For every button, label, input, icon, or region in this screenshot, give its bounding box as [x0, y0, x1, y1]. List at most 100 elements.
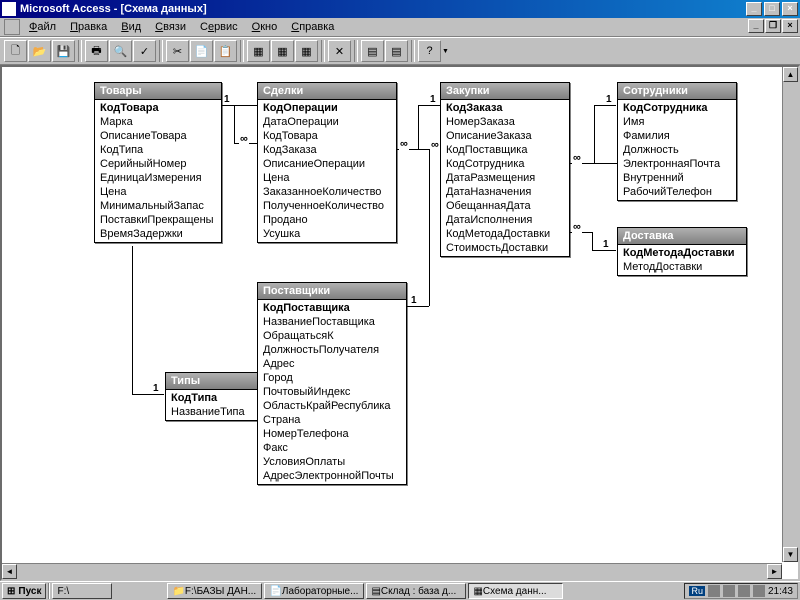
field[interactable]: НомерТелефона: [258, 427, 406, 441]
menu-edit[interactable]: Правка: [63, 19, 114, 35]
field[interactable]: Адрес: [258, 357, 406, 371]
system-tray[interactable]: Ru 21:43: [684, 583, 798, 599]
preview-button[interactable]: 🔍: [109, 40, 132, 62]
field-pk[interactable]: КодТипа: [166, 391, 259, 405]
scroll-down-button[interactable]: ▼: [783, 547, 798, 562]
field[interactable]: МетодДоставки: [618, 260, 746, 274]
field[interactable]: Продано: [258, 213, 396, 227]
tray-icon[interactable]: [708, 585, 720, 597]
field[interactable]: Цена: [95, 185, 221, 199]
menu-service[interactable]: Сервис: [193, 19, 245, 35]
relation-line[interactable]: [222, 105, 257, 106]
cut-button[interactable]: ✂: [166, 40, 189, 62]
field[interactable]: НазваниеПоставщика: [258, 315, 406, 329]
tool1-button[interactable]: ▤: [361, 40, 384, 62]
field[interactable]: УсловияОплаты: [258, 455, 406, 469]
field[interactable]: КодПоставщика: [441, 143, 569, 157]
paste-button[interactable]: 📋: [214, 40, 237, 62]
clock[interactable]: 21:43: [768, 586, 793, 597]
show-table-button[interactable]: ▦: [247, 40, 270, 62]
relation-line[interactable]: [407, 306, 429, 307]
scroll-left-button[interactable]: ◄: [2, 564, 17, 579]
table-tovary[interactable]: Товары КодТовара Марка ОписаниеТовара Ко…: [94, 82, 222, 243]
table-tipy[interactable]: Типы КодТипа НазваниеТипа: [165, 372, 260, 421]
field[interactable]: ДолжностьПолучателя: [258, 343, 406, 357]
field[interactable]: ОбещаннаяДата: [441, 199, 569, 213]
field[interactable]: КодСотрудника: [441, 157, 569, 171]
field[interactable]: ОбластьКрайРеспублика: [258, 399, 406, 413]
copy-button[interactable]: 📄: [190, 40, 213, 62]
field[interactable]: РабочийТелефон: [618, 185, 736, 199]
relation-line[interactable]: [132, 246, 133, 394]
field[interactable]: ЭлектроннаяПочта: [618, 157, 736, 171]
mdi-close-button[interactable]: ×: [782, 19, 798, 33]
menu-file[interactable]: Файл: [22, 19, 63, 35]
relationships-canvas[interactable]: Товары КодТовара Марка ОписаниеТовара Ко…: [0, 65, 800, 581]
field[interactable]: ОписаниеЗаказа: [441, 129, 569, 143]
field[interactable]: Имя: [618, 115, 736, 129]
field[interactable]: ВремяЗадержки: [95, 227, 221, 241]
taskbar-item-active[interactable]: ▦Схема данн...: [468, 583, 563, 599]
language-indicator[interactable]: Ru: [689, 586, 705, 596]
print-button[interactable]: 🖶: [85, 40, 108, 62]
field[interactable]: СтоимостьДоставки: [441, 241, 569, 255]
help-button[interactable]: ?: [418, 40, 441, 62]
taskbar-item[interactable]: F:\: [52, 583, 112, 599]
field-pk[interactable]: КодСотрудника: [618, 101, 736, 115]
field[interactable]: ПолученноеКоличество: [258, 199, 396, 213]
taskbar-item[interactable]: ▤Склад : база д...: [366, 583, 466, 599]
field[interactable]: АдресЭлектроннойПочты: [258, 469, 406, 483]
field[interactable]: КодТипа: [95, 143, 221, 157]
vertical-scrollbar[interactable]: ▲ ▼: [782, 67, 798, 562]
show-direct-button[interactable]: ▦: [271, 40, 294, 62]
field-pk[interactable]: КодОперации: [258, 101, 396, 115]
horizontal-scrollbar[interactable]: ◄ ►: [2, 563, 782, 579]
field[interactable]: Фамилия: [618, 129, 736, 143]
tray-icon[interactable]: [738, 585, 750, 597]
field-pk[interactable]: КодПоставщика: [258, 301, 406, 315]
table-zakupki[interactable]: Закупки КодЗаказа НомерЗаказа ОписаниеЗа…: [440, 82, 570, 257]
field[interactable]: ДатаОперации: [258, 115, 396, 129]
close-button[interactable]: ×: [782, 2, 798, 16]
field[interactable]: Внутренний: [618, 171, 736, 185]
field[interactable]: Город: [258, 371, 406, 385]
table-sotrudniki[interactable]: Сотрудники КодСотрудника Имя Фамилия Дол…: [617, 82, 737, 201]
save-button[interactable]: 💾: [52, 40, 75, 62]
field[interactable]: ЕдиницаИзмерения: [95, 171, 221, 185]
field[interactable]: Факс: [258, 441, 406, 455]
mdi-icon[interactable]: [4, 19, 20, 35]
menu-view[interactable]: Вид: [114, 19, 148, 35]
field[interactable]: Страна: [258, 413, 406, 427]
table-postavshiki[interactable]: Поставщики КодПоставщика НазваниеПоставщ…: [257, 282, 407, 485]
field[interactable]: ОбращатьсяК: [258, 329, 406, 343]
menu-relations[interactable]: Связи: [148, 19, 193, 35]
field[interactable]: Марка: [95, 115, 221, 129]
delete-button[interactable]: ✕: [328, 40, 351, 62]
taskbar-item[interactable]: 📁F:\БАЗЫ ДАН...: [167, 583, 262, 599]
maximize-button[interactable]: □: [764, 2, 780, 16]
menu-window[interactable]: Окно: [245, 19, 285, 35]
field[interactable]: ПоставкиПрекращены: [95, 213, 221, 227]
field[interactable]: ЗаказанноеКоличество: [258, 185, 396, 199]
tray-icon[interactable]: [753, 585, 765, 597]
field[interactable]: НазваниеТипа: [166, 405, 259, 419]
spell-button[interactable]: ✓: [133, 40, 156, 62]
field[interactable]: НомерЗаказа: [441, 115, 569, 129]
tray-icon[interactable]: [723, 585, 735, 597]
field[interactable]: Должность: [618, 143, 736, 157]
start-button[interactable]: ⊞ Пуск: [2, 583, 46, 599]
menu-help[interactable]: Справка: [284, 19, 341, 35]
field[interactable]: КодЗаказа: [258, 143, 396, 157]
field[interactable]: СерийныйНомер: [95, 157, 221, 171]
field[interactable]: ПочтовыйИндекс: [258, 385, 406, 399]
taskbar-item[interactable]: 📄Лабораторные...: [264, 583, 364, 599]
open-button[interactable]: 📂: [28, 40, 51, 62]
field[interactable]: ДатаНазначения: [441, 185, 569, 199]
show-all-button[interactable]: ▦: [295, 40, 318, 62]
mdi-restore-button[interactable]: ❐: [765, 19, 781, 33]
minimize-button[interactable]: _: [746, 2, 762, 16]
table-sdelki[interactable]: Сделки КодОперации ДатаОперации КодТовар…: [257, 82, 397, 243]
field-pk[interactable]: КодТовара: [95, 101, 221, 115]
field[interactable]: КодТовара: [258, 129, 396, 143]
field[interactable]: КодМетодаДоставки: [441, 227, 569, 241]
